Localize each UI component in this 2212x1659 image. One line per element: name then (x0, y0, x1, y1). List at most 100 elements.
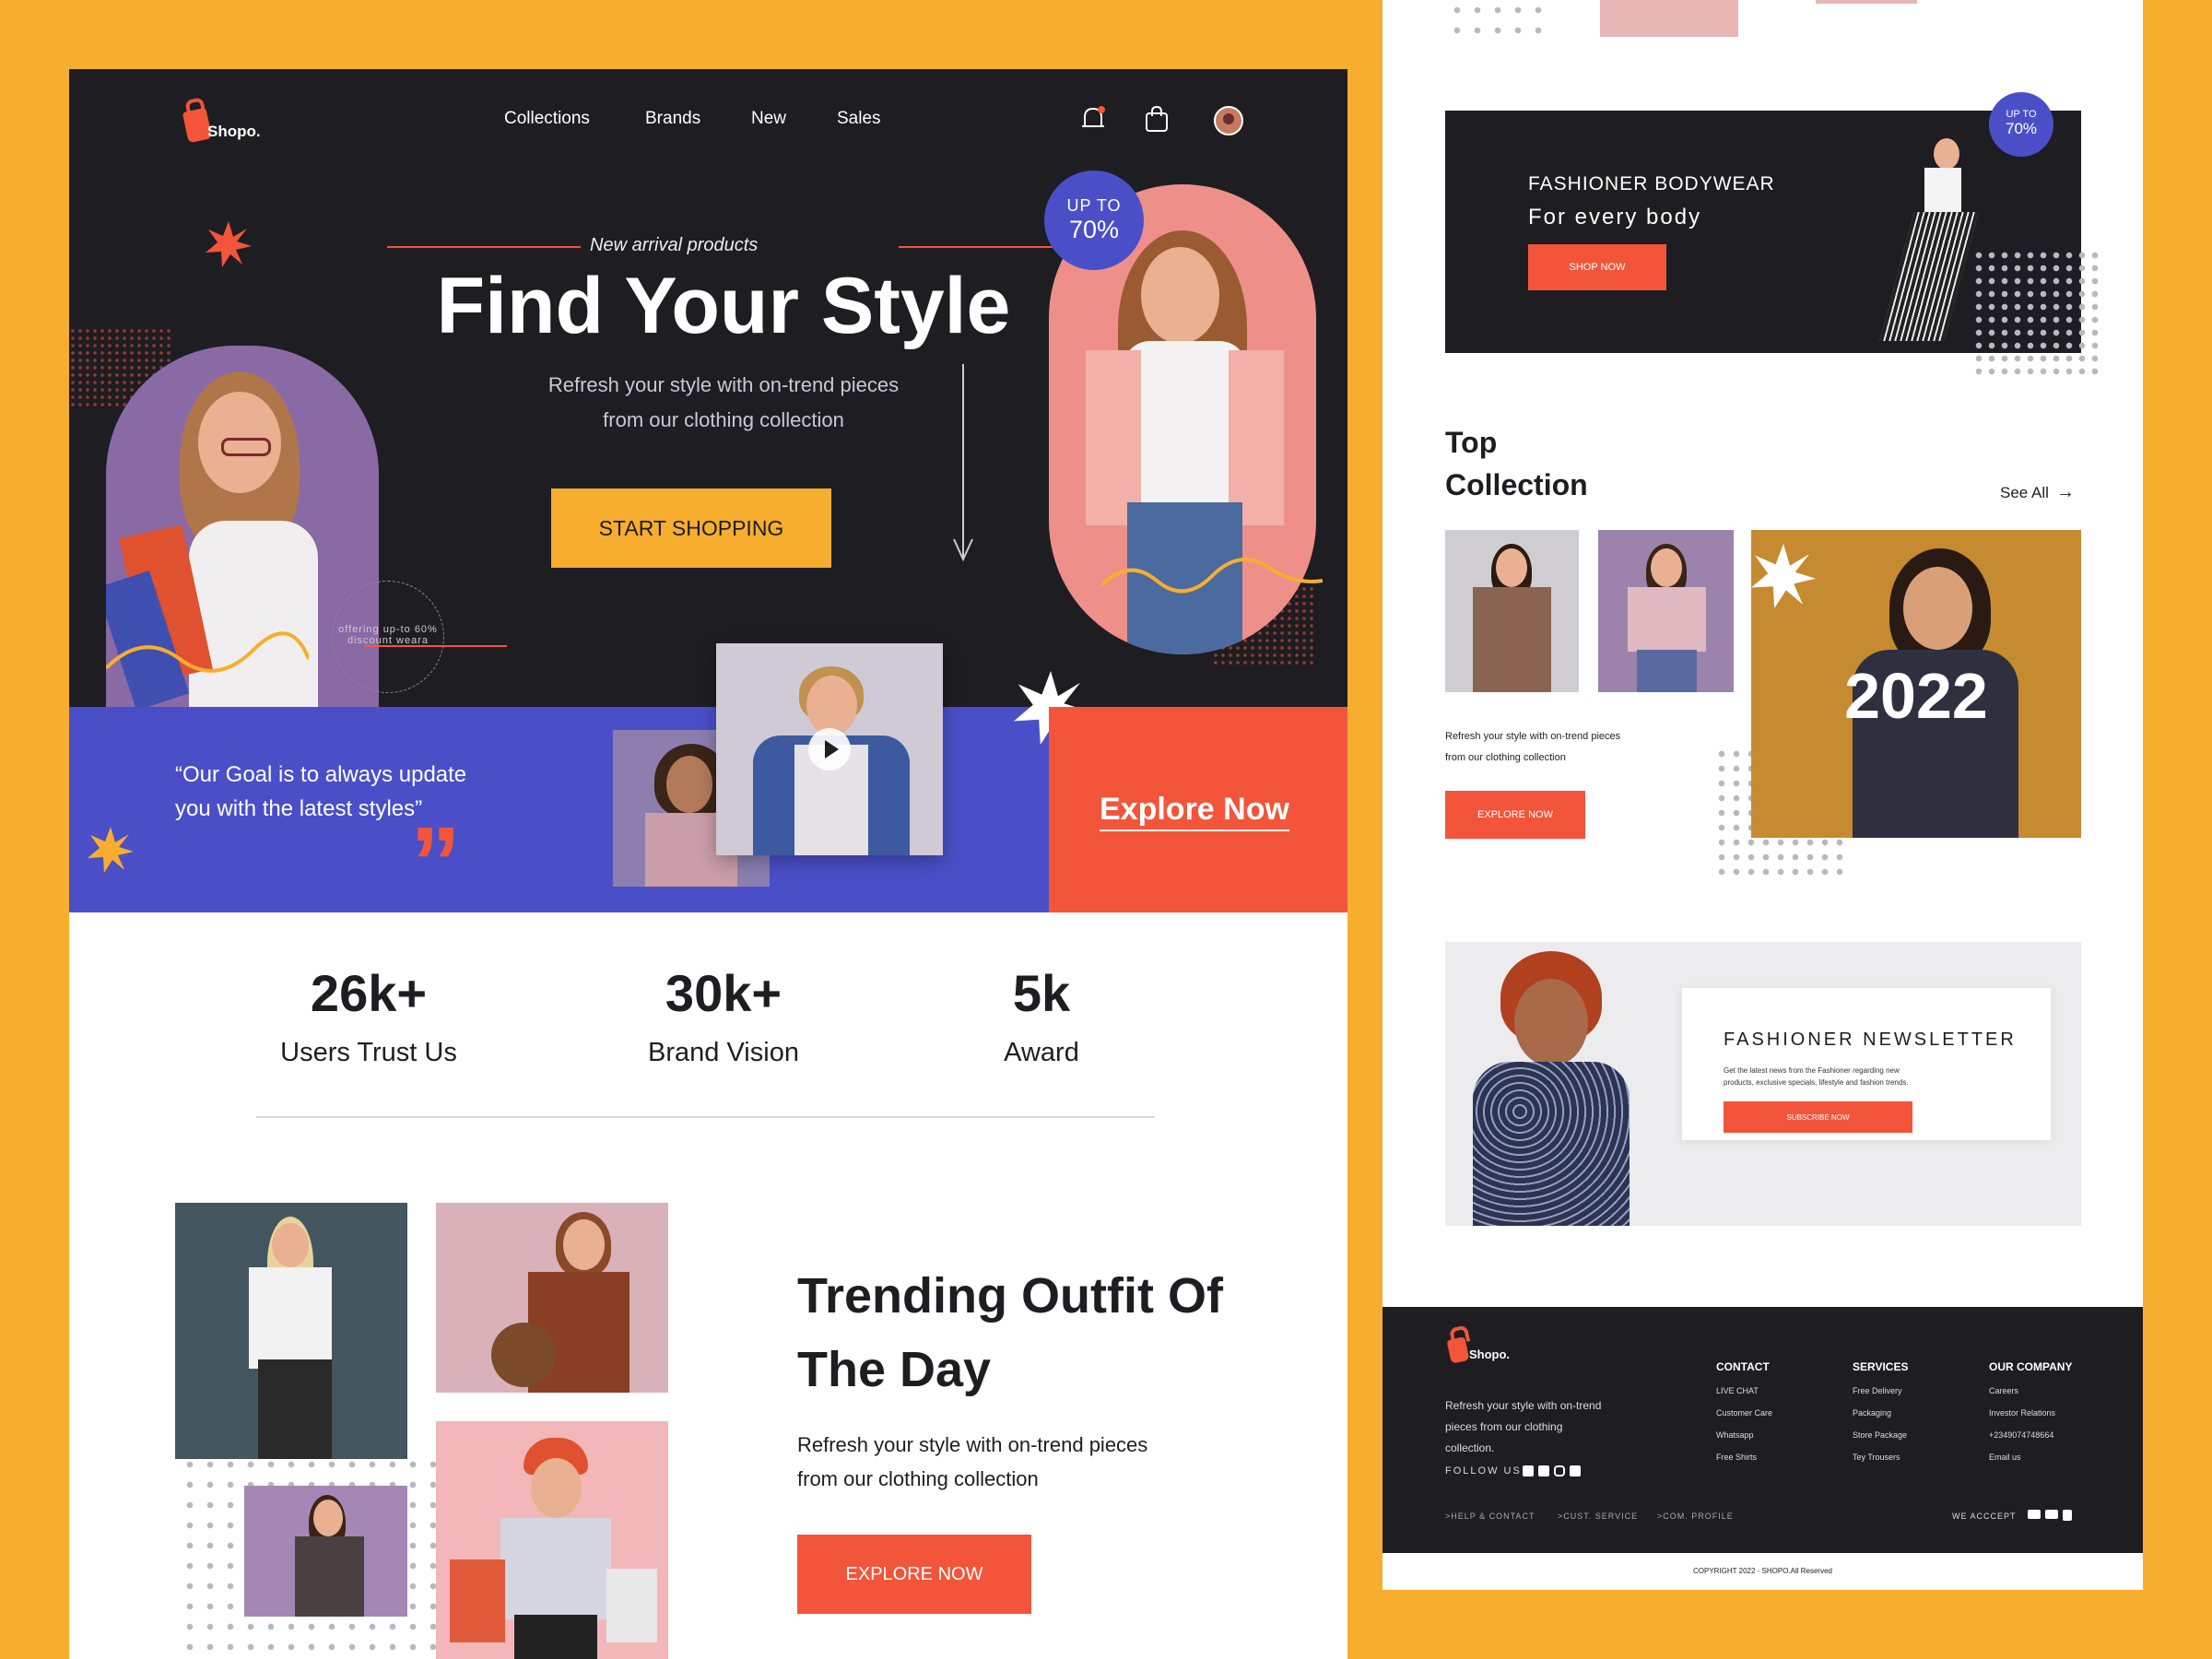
thumbnail-cut (1816, 0, 1917, 4)
footer-link[interactable]: Careers (1989, 1386, 2072, 1395)
dot-pattern (1447, 0, 1548, 37)
eyebrow-line-right (899, 246, 1060, 248)
landing-page: Shopo. Collections Brands New Sales offe… (69, 69, 1347, 1659)
trending-photo-2[interactable] (436, 1203, 668, 1393)
starburst-icon (206, 221, 252, 267)
paypal-icon (2063, 1510, 2072, 1521)
hero-section: Shopo. Collections Brands New Sales offe… (69, 69, 1347, 707)
divider (256, 1116, 1155, 1118)
footer-link[interactable]: Free Shirts (1716, 1453, 1772, 1462)
start-shopping-button[interactable]: START SHOPPING (551, 488, 831, 568)
logo[interactable]: Shopo. (178, 99, 325, 145)
explore-now-button[interactable]: EXPLORE NOW (797, 1535, 1031, 1614)
collection-desc-line1: Refresh your style with on-trend pieces (1445, 731, 1621, 742)
mastercard-icon (2045, 1510, 2058, 1519)
footer-column-company: OUR COMPANY Careers Investor Relations +… (1989, 1360, 2072, 1462)
newsletter-title: FASHIONER NEWSLETTER (1724, 1030, 2017, 1050)
collection-photo-2[interactable] (1598, 530, 1734, 692)
trending-title-line1: Trending Outfit Of (797, 1268, 1223, 1324)
discount-badge: UP TO 70% (1044, 171, 1144, 270)
footer-link[interactable]: Email us (1989, 1453, 2072, 1462)
facebook-icon[interactable] (1523, 1465, 1534, 1477)
avatar-face-icon (1223, 113, 1234, 124)
banner-title: FASHIONER BODYWEAR (1528, 173, 1775, 194)
stat-item: 26k+ Users Trust Us (253, 963, 484, 1068)
trending-photo-3[interactable] (244, 1486, 407, 1617)
arrow-down-icon[interactable] (949, 364, 977, 567)
nav-sales[interactable]: Sales (837, 109, 881, 129)
footer-desc-line3: collection. (1445, 1441, 1495, 1454)
dot-pattern (1972, 249, 2101, 378)
footer-logo[interactable]: Shopo. (1446, 1333, 1548, 1370)
footer-link[interactable]: Investor Relations (1989, 1408, 2072, 1418)
footer-link[interactable]: LIVE CHAT (1716, 1386, 1772, 1395)
twitter-icon[interactable] (1538, 1465, 1549, 1477)
nav-collections[interactable]: Collections (504, 109, 590, 129)
footer-link[interactable]: Free Delivery (1853, 1386, 1908, 1395)
footer-link[interactable]: +2349074748664 (1989, 1430, 2072, 1440)
youtube-icon[interactable] (1570, 1465, 1581, 1477)
logo-bag-icon (1446, 1336, 1470, 1364)
trending-photo-1[interactable] (175, 1203, 407, 1459)
accent-line (364, 645, 507, 647)
payment-methods (2028, 1510, 2072, 1521)
shop-now-button[interactable]: SHOP NOW (1528, 244, 1666, 290)
banner-subtitle: For every body (1528, 205, 1702, 229)
footer-desc-line1: Refresh your style with on-trend (1445, 1399, 1602, 1412)
shopping-bag-icon[interactable] (1144, 104, 1170, 134)
explore-now-link[interactable]: Explore Now (1100, 792, 1289, 831)
copyright-text: COPYRIGHT 2022 - SHOPO.All Reserved (1692, 1567, 1832, 1575)
arrow-right-icon: → (2055, 482, 2075, 502)
footer-bottom-link[interactable]: >HELP & CONTACT (1445, 1512, 1535, 1521)
bell-icon[interactable] (1080, 104, 1108, 134)
stats-row: 26k+ Users Trust Us 30k+ Brand Vision 5k… (253, 963, 1157, 1101)
footer-link[interactable]: Whatsapp (1716, 1430, 1772, 1440)
footer-link[interactable]: Store Package (1853, 1430, 1908, 1440)
collection-desc-line2: from our clothing collection (1445, 752, 1566, 763)
visa-icon (2028, 1510, 2041, 1519)
footer-link[interactable]: Tey Trousers (1853, 1453, 1908, 1462)
starburst-icon (1751, 544, 1816, 608)
footer-bottom-link[interactable]: >CUST. SERVICE (1558, 1512, 1638, 1521)
collection-photo-1[interactable] (1445, 530, 1579, 692)
footer-column-services: SERVICES Free Delivery Packaging Store P… (1853, 1360, 1908, 1462)
shop-now-label: SHOP NOW (1569, 262, 1626, 273)
see-all-link[interactable]: See All → (2000, 482, 2075, 503)
nav-brands[interactable]: Brands (645, 109, 700, 129)
footer-link[interactable]: Customer Care (1716, 1408, 1772, 1418)
banner-badge-value: 70% (2005, 120, 2038, 137)
stat-item: 5k Award (926, 963, 1157, 1068)
avatar[interactable] (1214, 106, 1243, 135)
follow-us-label: FOLLOW US (1445, 1465, 1522, 1477)
social-links (1523, 1465, 1581, 1477)
banner-badge-top: UP TO (2006, 109, 2037, 120)
nav-new[interactable]: New (751, 109, 786, 129)
newsletter-photo (1454, 951, 1648, 1226)
stat-label: Brand Vision (648, 1038, 799, 1067)
discount-badge-value: 70% (1068, 216, 1120, 243)
discount-circle-text: offering up-to 60% discount weara (338, 624, 438, 646)
footer-column-head: CONTACT (1716, 1360, 1770, 1373)
collection-explore-button[interactable]: EXPLORE NOW (1445, 791, 1585, 839)
banner-discount-badge: UP TO 70% (1989, 92, 2053, 157)
quote-line2: you with the latest styles” (175, 796, 423, 821)
discount-circle: offering up-to 60% discount weara (332, 581, 444, 693)
copyright-bar: COPYRIGHT 2022 - SHOPO.All Reserved (1382, 1553, 2143, 1590)
video-card[interactable] (716, 643, 943, 855)
stat-value: 5k (1012, 964, 1071, 1022)
logo-text: Shopo. (207, 123, 261, 140)
instagram-icon[interactable] (1554, 1465, 1565, 1477)
play-button[interactable] (808, 728, 851, 771)
start-shopping-label: START SHOPPING (598, 515, 784, 540)
explore-panel[interactable]: Explore Now (1049, 707, 1347, 912)
trending-desc-line1: Refresh your style with on-trend pieces (797, 1433, 1148, 1456)
explore-now-label: EXPLORE NOW (845, 1563, 983, 1584)
footer-link[interactable]: Packaging (1853, 1408, 1908, 1418)
subscribe-button[interactable]: SUBSCRIBE NOW (1724, 1101, 1912, 1133)
newsletter-desc-line2: products, exclusive specials, lifestyle … (1724, 1078, 1909, 1087)
eyebrow-line-left (387, 246, 581, 248)
footer-bottom-link[interactable]: >COM. PROFILE (1657, 1512, 1734, 1521)
footer-column-head: SERVICES (1853, 1360, 1909, 1373)
trending-photo-4[interactable] (436, 1421, 668, 1659)
footer-column-contact: CONTACT LIVE CHAT Customer Care Whatsapp… (1716, 1360, 1772, 1462)
